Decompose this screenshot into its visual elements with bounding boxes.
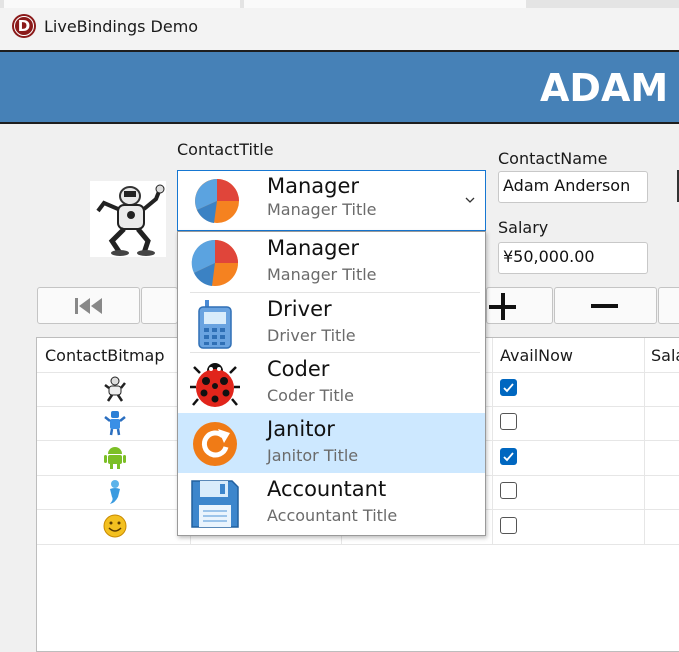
app-logo-icon: D — [12, 14, 36, 38]
column-header-salary[interactable]: Sala — [651, 338, 679, 372]
refresh-arrow-icon — [193, 422, 237, 466]
insert-record-button[interactable] — [486, 287, 553, 324]
salary-label: Salary — [498, 218, 549, 237]
dropdown-item-subtitle: Manager Title — [267, 265, 377, 284]
dropdown-item-subtitle: Driver Title — [267, 326, 356, 345]
dropdown-item-accountant[interactable]: Accountant Accountant Title — [178, 473, 485, 533]
contact-title-combobox[interactable]: Manager Manager Title — [177, 170, 486, 231]
genie-icon — [110, 480, 120, 504]
minus-icon — [591, 304, 618, 308]
window-title: LiveBindings Demo — [44, 17, 199, 36]
availnow-checkbox[interactable] — [500, 482, 517, 499]
dropdown-item-driver[interactable]: Driver Driver Title — [178, 293, 485, 353]
mobile-phone-icon — [198, 300, 232, 349]
background-tab-strip — [0, 0, 679, 8]
dropdown-item-title: Driver — [267, 297, 332, 321]
header-banner: ADAM A — [0, 50, 679, 124]
prior-record-button[interactable] — [141, 287, 178, 324]
dropdown-item-title: Accountant — [267, 477, 387, 501]
contact-title-dropdown[interactable]: Manager Manager Title Driver Driver Titl… — [177, 231, 486, 536]
availnow-checkbox[interactable] — [500, 379, 517, 396]
first-record-button[interactable] — [37, 287, 140, 324]
availnow-checkbox[interactable] — [500, 517, 517, 534]
floppy-disk-icon — [191, 480, 239, 528]
dropdown-item-subtitle: Accountant Title — [267, 506, 398, 525]
contact-title-label: ContactTitle — [177, 140, 274, 159]
dropdown-item-coder[interactable]: Coder Coder Title — [178, 353, 485, 413]
robot-icon — [104, 376, 126, 402]
dropdown-item-title: Janitor — [267, 417, 335, 441]
chevron-down-icon[interactable] — [465, 195, 475, 205]
dropdown-item-manager[interactable]: Manager Manager Title — [178, 232, 485, 292]
blue-robot-icon — [104, 411, 126, 436]
combo-title: Manager — [267, 174, 360, 198]
dropdown-item-subtitle: Janitor Title — [267, 446, 359, 465]
smiley-icon — [103, 514, 127, 538]
plus-icon — [489, 293, 516, 320]
dropdown-item-subtitle: Coder Title — [267, 386, 354, 405]
contact-name-field[interactable]: Adam Anderson — [498, 171, 648, 203]
availnow-checkbox[interactable] — [500, 448, 517, 465]
dropdown-item-title: Coder — [267, 357, 330, 381]
contact-photo — [90, 181, 166, 257]
pie-chart-icon — [195, 179, 239, 223]
column-header-availnow[interactable]: AvailNow — [500, 338, 573, 372]
dropdown-item-title: Manager — [267, 236, 360, 260]
availnow-checkbox[interactable] — [500, 413, 517, 430]
salary-field[interactable]: ¥50,000.00 — [498, 242, 648, 274]
dropdown-item-janitor[interactable]: Janitor Janitor Title — [178, 413, 485, 473]
delete-record-button[interactable] — [554, 287, 657, 324]
ladybug-icon — [190, 363, 240, 407]
column-header-contactbitmap[interactable]: ContactBitmap — [45, 338, 165, 372]
combo-subtitle: Manager Title — [267, 200, 377, 219]
next-navigator-button[interactable] — [658, 287, 679, 324]
pie-chart-icon — [191, 239, 238, 286]
first-record-icon — [75, 298, 102, 314]
android-icon — [104, 447, 126, 469]
banner-name: ADAM A — [540, 66, 679, 110]
contact-name-label: ContactName — [498, 149, 608, 168]
